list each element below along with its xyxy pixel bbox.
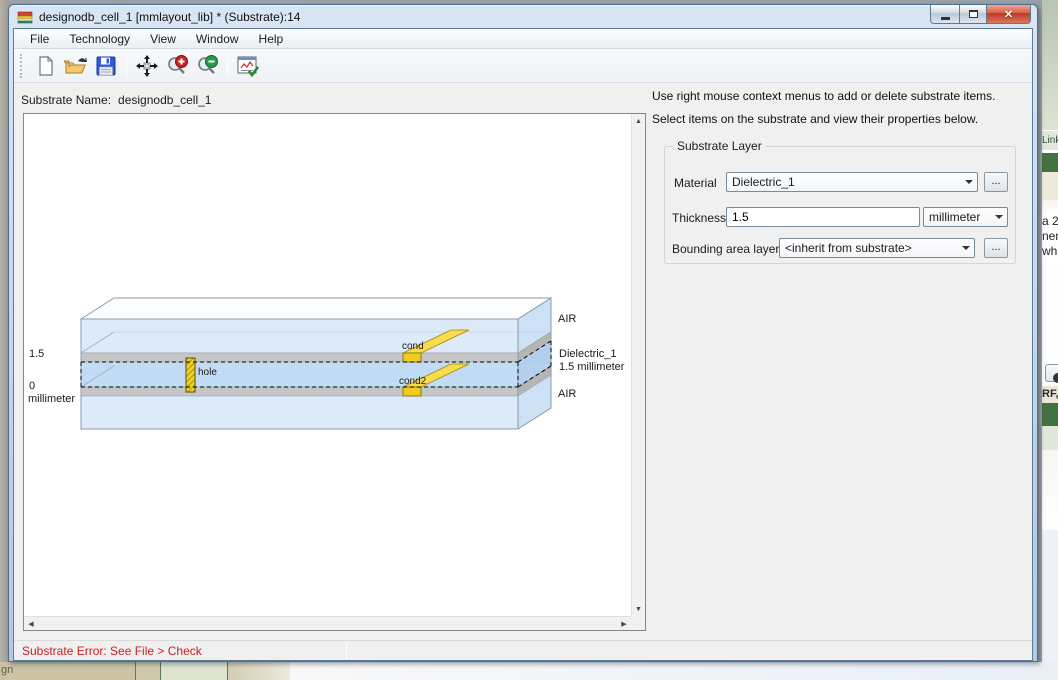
new-document-icon <box>39 55 54 76</box>
new-button[interactable] <box>31 52 61 80</box>
thickness-label: Thickness <box>672 211 727 225</box>
title-bar[interactable]: designodb_cell_1 [mmlayout_lib] * (Subst… <box>9 5 1037 28</box>
bounding-area-select[interactable]: <inherit from substrate> <box>779 238 975 258</box>
chevron-down-icon <box>991 215 1007 219</box>
save-button[interactable] <box>91 52 121 80</box>
bounding-area-browse-button[interactable]: ... <box>984 238 1008 258</box>
background-window-right-sliver: LinkB a 2 nem whe RF, N <box>1042 0 1058 680</box>
open-folder-icon <box>64 56 87 73</box>
air-bottom-layer[interactable] <box>80 395 519 430</box>
layer-label-air-top: AIR <box>558 313 576 325</box>
window-title: designodb_cell_1 [mmlayout_lib] * (Subst… <box>39 9 301 24</box>
bg-panel-gradient <box>1042 0 1058 130</box>
bg-green-bar-top <box>1042 153 1058 172</box>
toolbar <box>14 49 1032 83</box>
substrate-editor-window: designodb_cell_1 [mmlayout_lib] * (Subst… <box>8 4 1038 662</box>
close-icon: ✕ <box>1003 8 1014 21</box>
substrate-diagram: 1.5 0 millimeter AIR Dielectric_1 1.5 mi… <box>28 297 625 430</box>
toolbar-grip[interactable] <box>20 53 23 78</box>
substrate-canvas[interactable]: 1.5 0 millimeter AIR Dielectric_1 1.5 mi… <box>23 113 646 631</box>
substrate-app-icon <box>17 11 33 23</box>
open-button[interactable] <box>61 52 91 80</box>
maximize-button[interactable] <box>959 5 986 24</box>
scroll-right-icon[interactable]: ▶ <box>617 617 631 631</box>
bg-rf-label: RF, N <box>1042 386 1058 403</box>
layer-label-air-bottom: AIR <box>558 388 576 400</box>
substrate-check-button[interactable] <box>233 52 263 80</box>
scroll-down-icon[interactable]: ▼ <box>632 602 646 616</box>
scroll-up-icon[interactable]: ▲ <box>632 114 646 128</box>
status-bar-separator <box>346 643 347 659</box>
bg-linkback-label: LinkB <box>1042 130 1058 150</box>
hint-context-menus: Use right mouse context menus to add or … <box>652 89 996 103</box>
minimize-button[interactable] <box>930 5 959 24</box>
thickness-unit-select[interactable]: millimeter <box>923 207 1008 227</box>
zoom-in-button[interactable] <box>162 52 192 80</box>
hole-label: hole <box>198 367 217 378</box>
cond-label: cond <box>402 341 424 352</box>
menu-item-view[interactable]: View <box>140 30 186 48</box>
background-window-left-sliver <box>0 0 8 662</box>
cond2-interface-layer[interactable] <box>80 386 519 397</box>
zoom-out-icon <box>198 54 218 74</box>
substrate-name-label: Substrate Name: <box>21 93 112 107</box>
bg-green-bar-bottom <box>1042 403 1058 426</box>
material-label: Material <box>674 176 717 190</box>
substrate-check-icon <box>237 56 260 77</box>
cond2-trace-front[interactable] <box>402 386 422 397</box>
layer-label-dielectric: Dielectric_1 <box>559 348 616 360</box>
chevron-down-icon <box>958 246 974 250</box>
axis-label-zero: 0 <box>29 380 35 392</box>
axis-label-top: 1.5 <box>29 348 44 360</box>
hint-select-items: Select items on the substrate and view t… <box>652 112 979 126</box>
material-browse-button[interactable]: ... <box>984 172 1008 192</box>
vertical-scrollbar[interactable]: ▲ ▼ <box>631 114 645 616</box>
maximize-icon <box>968 10 978 18</box>
background-window-bottom-sliver: gn <box>0 662 1058 680</box>
menu-bar: File Technology View Window Help <box>14 29 1032 49</box>
zoom-in-icon <box>168 54 188 74</box>
menu-item-window[interactable]: Window <box>186 30 249 48</box>
status-error-message: Substrate Error: See File > Check <box>22 643 202 658</box>
substrate-name-value: designodb_cell_1 <box>118 93 212 107</box>
material-select[interactable]: Dielectric_1 <box>726 172 978 192</box>
toolbar-separator <box>126 53 127 78</box>
minimize-icon <box>940 16 950 20</box>
axis-label-unit: millimeter <box>28 393 75 405</box>
menu-item-technology[interactable]: Technology <box>59 30 140 48</box>
menu-item-help[interactable]: Help <box>249 30 294 48</box>
horizontal-scrollbar[interactable]: ◀ ▶ <box>24 616 631 630</box>
close-button[interactable]: ✕ <box>986 5 1031 24</box>
bounding-area-label: Bounding area layer: <box>672 242 783 256</box>
cond-trace-front[interactable] <box>402 352 422 363</box>
fit-view-icon <box>136 54 158 77</box>
substrate-top-face <box>79 297 553 320</box>
zoom-out-button[interactable] <box>192 52 222 80</box>
group-title: Substrate Layer <box>673 139 766 153</box>
bg-text-fragments: a 2 nem whe <box>1042 214 1058 264</box>
menu-item-file[interactable]: File <box>20 30 59 48</box>
bg-gn-label: gn <box>0 662 135 680</box>
chevron-down-icon <box>961 180 977 184</box>
status-bar: Substrate Error: See File > Check <box>14 640 1032 660</box>
save-icon <box>96 56 116 75</box>
cond2-label: cond2 <box>399 376 427 387</box>
cond-interface-layer[interactable] <box>80 352 519 363</box>
scroll-left-icon[interactable]: ◀ <box>24 617 38 631</box>
scrollbar-corner <box>631 616 645 630</box>
thickness-input[interactable] <box>726 207 920 227</box>
main-content: Substrate Name: designodb_cell_1 1.5 0 m… <box>14 83 1032 640</box>
bg-button-fragment <box>1042 360 1058 386</box>
fit-view-button[interactable] <box>132 52 162 80</box>
toolbar-separator <box>227 53 228 78</box>
layer-label-dielectric-thickness: 1.5 millimeter <box>559 361 625 373</box>
substrate-layer-group: Substrate Layer Material Dielectric_1 ..… <box>664 139 1016 264</box>
